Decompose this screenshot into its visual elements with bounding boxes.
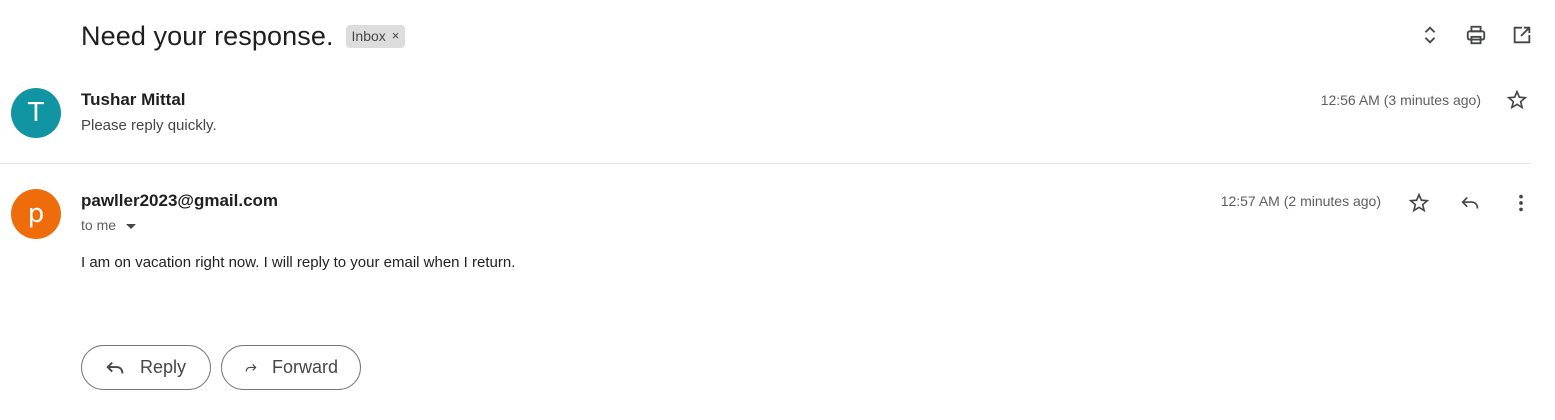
sender-avatar[interactable]: p (11, 189, 61, 239)
sender-email[interactable]: pawller2023@gmail.com (81, 191, 278, 211)
forward-button[interactable]: Forward (221, 345, 361, 390)
caret-down-icon (126, 223, 137, 229)
expand-collapse-icon[interactable] (1417, 22, 1443, 48)
sender-avatar[interactable]: T (11, 88, 61, 138)
more-options-icon[interactable] (1508, 190, 1534, 216)
reply-icon[interactable] (1457, 190, 1483, 216)
avatar-letter: p (27, 199, 45, 229)
open-in-new-window-icon[interactable] (1509, 22, 1535, 48)
recipient-details-toggle[interactable]: to me (81, 217, 137, 233)
reply-button[interactable]: Reply (81, 345, 211, 390)
subject-row: Need your response. Inbox × (81, 18, 406, 54)
forward-button-label: Forward (271, 357, 338, 377)
message-body: I am on vacation right now. I will reply… (81, 254, 516, 271)
label-chip-text: Inbox (351, 27, 386, 44)
message-timestamp: 12:56 AM (3 minutes ago) (1320, 92, 1481, 108)
message-timestamp: 12:57 AM (2 minutes ago) (1220, 193, 1381, 209)
message-divider (0, 163, 1531, 164)
star-icon[interactable] (1406, 190, 1432, 216)
reply-actions: Reply Forward (81, 345, 361, 390)
star-icon[interactable] (1506, 89, 1528, 116)
reply-icon (106, 361, 124, 373)
sender-name[interactable]: Tushar Mittal (81, 90, 186, 110)
avatar-letter: T (28, 98, 44, 128)
message-actions (1406, 190, 1534, 216)
reply-button-label: Reply (140, 357, 187, 377)
remove-label-icon[interactable]: × (392, 28, 400, 43)
print-icon[interactable] (1463, 22, 1489, 48)
email-subject: Need your response. (81, 20, 334, 51)
label-chip-inbox[interactable]: Inbox × (345, 24, 406, 48)
thread-toolbar (1417, 22, 1535, 48)
forward-icon (245, 363, 257, 371)
message-snippet[interactable]: Please reply quickly. (81, 117, 217, 134)
recipient-line: to me (81, 217, 117, 233)
